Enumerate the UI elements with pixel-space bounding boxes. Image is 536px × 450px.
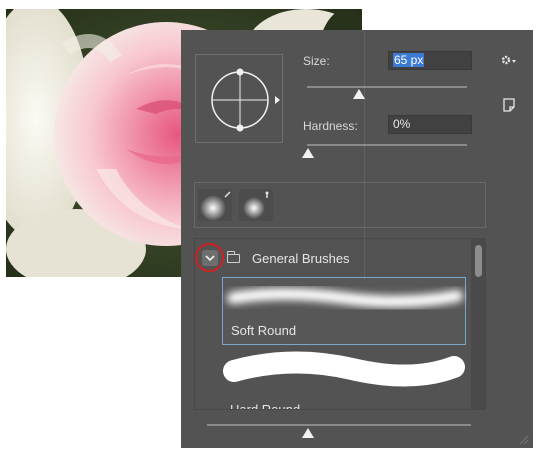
thumbnail-size-slider-track[interactable] (207, 424, 471, 426)
panel-divider-line (364, 30, 365, 280)
soft-round-stroke-preview (227, 288, 463, 308)
gear-dropdown-icon[interactable] (500, 53, 518, 70)
recent-brush-1[interactable] (198, 189, 232, 221)
resize-grip-icon[interactable] (517, 432, 529, 445)
recent-brushes-row (194, 182, 486, 228)
brush-name-soft-round: Soft Round (231, 323, 297, 338)
thumbnail-size-slider-thumb[interactable] (302, 428, 314, 438)
brush-preset-hard-round[interactable]: Hard Round (222, 347, 466, 410)
folder-icon (227, 251, 240, 263)
hardness-value: 0% (393, 117, 411, 131)
brush-group-header[interactable]: General Brushes (195, 239, 470, 277)
size-input[interactable]: 65 px (388, 51, 472, 70)
brush-preset-soft-round[interactable]: Soft Round (222, 277, 466, 345)
brush-angle-roundness-preview[interactable] (195, 54, 283, 143)
hard-round-stroke-preview (223, 351, 465, 387)
brush-list-scrollbar[interactable] (471, 239, 485, 409)
new-preset-icon[interactable] (502, 98, 516, 115)
brush-presets-list: General Brushes Soft Round Hard Round (194, 238, 486, 410)
hardness-label: Hardness: (303, 119, 358, 133)
hardness-slider-track[interactable] (307, 144, 467, 146)
scrollbar-thumb[interactable] (475, 245, 482, 277)
hardness-slider-thumb[interactable] (302, 148, 314, 158)
size-label: Size: (303, 54, 330, 68)
brush-group-name: General Brushes (252, 251, 350, 266)
hardness-input[interactable]: 0% (388, 115, 472, 134)
size-slider-track[interactable] (307, 86, 467, 88)
brush-name-hard-round: Hard Round (230, 402, 301, 410)
brush-preset-picker-panel: Size: 65 px Hardness: 0% General Brushes… (181, 30, 533, 448)
size-value: 65 px (393, 53, 425, 67)
recent-brush-2[interactable] (239, 189, 273, 221)
chevron-down-icon[interactable] (202, 250, 218, 266)
